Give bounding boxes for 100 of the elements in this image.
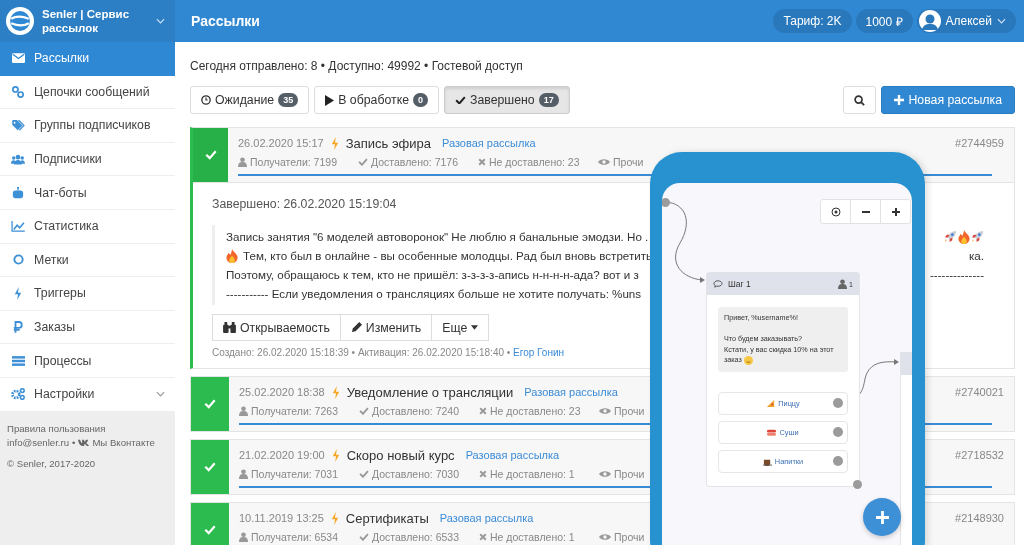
search-button[interactable]: [843, 86, 877, 114]
user-menu[interactable]: Алексей: [916, 9, 1016, 33]
caret-icon: [471, 325, 479, 330]
chain-link-icon: [12, 85, 24, 98]
count-badge: 0: [413, 93, 428, 107]
pizza-slice-icon: [766, 398, 776, 408]
person-icon: [239, 532, 248, 542]
checkmark-icon: [204, 525, 216, 535]
copyright-text: © Senler, 2017-2020: [7, 456, 97, 471]
cross-icon: [479, 533, 487, 541]
mailing-title: Скоро новый курс: [346, 447, 455, 463]
nav-item[interactable]: Чат-боты: [0, 176, 175, 210]
mailing-type-link[interactable]: Разовая рассылка: [465, 449, 560, 461]
mailing-date: 21.02.2020 19:00: [239, 449, 325, 461]
person-icon: [239, 469, 248, 479]
cross-icon: [479, 470, 487, 478]
eye-icon: [598, 158, 610, 166]
eye-icon: [599, 533, 611, 541]
message-text: Поэтому, обращаюсь к тем, кто не пришёл: з-з-з-з-апись н-н-н-н-ада? вот и з: [226, 267, 639, 283]
connection-dot: [662, 198, 670, 207]
pencil-icon: [350, 322, 362, 333]
mailing-type-link[interactable]: Разовая рассылка: [441, 137, 536, 149]
add-button[interactable]: [863, 498, 901, 536]
mailing-title: Запись эфира: [345, 135, 431, 151]
mailing-date: 25.02.2020 18:38: [239, 386, 325, 398]
lightning-icon: [330, 136, 339, 150]
envelope-icon: [11, 53, 25, 64]
nav-item[interactable]: Цепочки сообщений: [0, 75, 175, 110]
rocket-icon: [971, 230, 984, 243]
avatar-icon: [918, 10, 941, 32]
filter-tab[interactable]: Завершено 17: [444, 86, 570, 114]
checkmark-icon: [359, 470, 369, 478]
checkmark-icon: [358, 158, 368, 166]
filter-tab[interactable]: В обработке 0: [314, 86, 439, 114]
caret-icon: [997, 18, 1006, 24]
vk-icon: [78, 439, 90, 447]
person-icon: [238, 157, 247, 167]
nav-item[interactable]: Группы подписчиков: [0, 109, 175, 143]
search-icon: [854, 94, 866, 106]
connection-dot: [833, 455, 843, 466]
tariff-badge[interactable]: Тариф: 2K: [773, 9, 852, 33]
sushi-icon: [767, 427, 777, 437]
fire-icon: [226, 248, 238, 263]
action-button[interactable]: Открываемость: [212, 314, 341, 341]
mailing-date: 10.11.2019 13:25: [239, 512, 324, 524]
plus-icon: [894, 95, 905, 105]
mailing-id: #2740021: [955, 386, 1004, 398]
nav-item[interactable]: Подписчики: [0, 142, 175, 177]
clock-icon: [201, 95, 211, 105]
checkmark-icon: [204, 399, 216, 409]
nav-item[interactable]: Метки: [0, 243, 175, 278]
checkmark-icon: [204, 462, 216, 472]
mailing-type-link[interactable]: Разовая рассылка: [524, 386, 618, 398]
count-badge: 35: [278, 93, 299, 107]
action-button[interactable]: Еще: [431, 314, 490, 341]
lightning-icon: [331, 385, 340, 399]
gears-icon: [11, 388, 25, 401]
message-text: Запись занятия "6 моделей автоворонок" Не люблю я банальные эмодзи. Но .: [226, 229, 649, 245]
separator-dot: •: [72, 435, 76, 450]
message-text: ка.: [969, 248, 984, 264]
smiley-icon: [743, 355, 753, 365]
email-link[interactable]: info@senler.ru: [7, 435, 69, 450]
mailing-title: Уведомление о трансляции: [346, 384, 514, 400]
binoculars-icon: [223, 322, 236, 333]
stat-text: Получатели: 6534: [251, 531, 338, 543]
target-button[interactable]: [830, 206, 841, 217]
person-icon: [838, 279, 848, 289]
summary-text: Сегодня отправлено: 8 • Доступно: 49992 • Гостевой доступ: [190, 59, 524, 73]
zoom-in-button[interactable]: [890, 206, 901, 217]
nav-item[interactable]: Настройки: [0, 377, 175, 412]
stat-text: Доставлено: 7176: [371, 156, 458, 168]
checkmark-icon: [359, 533, 369, 541]
list-icon: [11, 355, 25, 366]
stat-text: Получатели: 7263: [251, 405, 338, 417]
vk-link[interactable]: Мы Вконтакте: [92, 435, 155, 450]
nav-item[interactable]: Триггеры: [0, 277, 175, 311]
message-text: Тем, кто был в онлайне - вы особенные молодцы. Рад был вновь встретить: [243, 248, 653, 264]
checkmark-icon: [455, 95, 466, 105]
balance-badge[interactable]: 1000 ₽: [855, 9, 913, 33]
speech-bubble-icon: [713, 280, 723, 288]
stat-text: Получатели: 7031: [251, 468, 338, 480]
terms-link[interactable]: Правила пользования: [7, 422, 106, 434]
circle-icon: [12, 254, 24, 266]
stat-text: Прочи: [613, 156, 644, 168]
nav-item[interactable]: Статистика: [0, 209, 175, 244]
action-button[interactable]: Изменить: [339, 314, 433, 341]
filter-tab[interactable]: Ожидание 35: [190, 86, 310, 114]
count-badge: 17: [538, 93, 559, 107]
message-text: ----------- Если уведомления о трансляциях больше не хотите получать: %uns: [226, 286, 642, 302]
nav-item[interactable]: Процессы: [0, 344, 175, 378]
line-chart-icon: [11, 220, 25, 232]
mailing-id: #2744959: [955, 137, 1004, 149]
nav-item[interactable]: Заказы: [0, 310, 175, 345]
stat-text: Не доставлено: 1: [490, 468, 575, 480]
users-icon: [11, 153, 25, 165]
mailing-type-link[interactable]: Разовая рассылка: [439, 512, 534, 524]
author-link[interactable]: Егор Гонин: [513, 347, 564, 358]
stat-text: Прочи: [614, 405, 645, 417]
new-mailing-button[interactable]: Новая рассылка: [881, 86, 1015, 114]
nav-item[interactable]: Рассылки: [0, 42, 175, 76]
